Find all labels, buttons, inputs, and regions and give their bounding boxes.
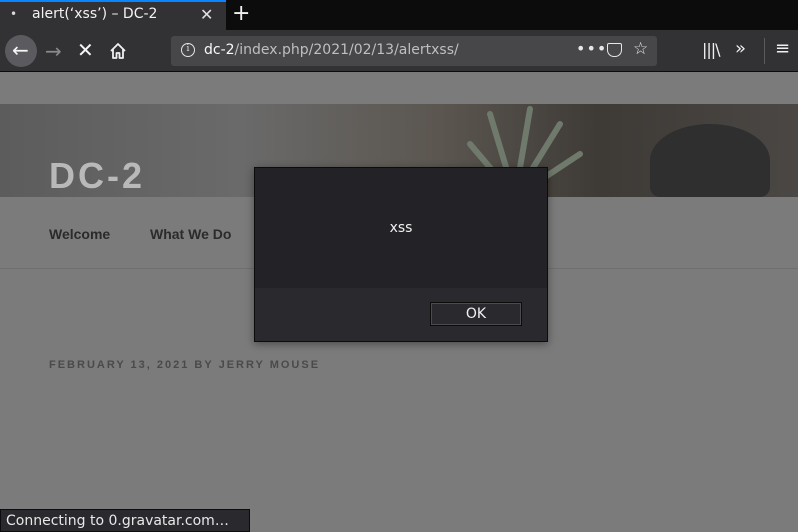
forward-button[interactable]: → — [45, 39, 62, 63]
tab-close-icon[interactable]: ✕ — [200, 5, 213, 24]
site-title[interactable]: DC-2 — [49, 155, 145, 197]
overflow-menu-icon[interactable]: » — [735, 38, 746, 59]
page-actions-icon[interactable]: ••• — [576, 39, 607, 58]
alert-dialog: xss OK — [254, 167, 548, 342]
post-meta: FEBRUARY 13, 2021 BY JERRY MOUSE — [49, 359, 321, 371]
tab-title: alert(‘xss’) – DC-2 — [32, 6, 158, 22]
tab-strip: • alert(‘xss’) – DC-2 ✕ + — [0, 0, 798, 30]
url-host: dc-2 — [204, 42, 235, 58]
status-bar: Connecting to 0.gravatar.com… — [0, 509, 250, 532]
bookmark-star-icon[interactable]: ☆ — [633, 39, 648, 59]
site-info-icon[interactable]: i — [181, 43, 195, 57]
pot-image — [650, 124, 770, 197]
alert-dialog-body: xss — [255, 168, 547, 288]
url-text[interactable]: dc-2/index.php/2021/02/13/alertxss/ — [204, 42, 459, 58]
home-icon[interactable] — [108, 41, 128, 61]
hamburger-menu-icon[interactable]: ≡ — [775, 38, 790, 59]
pocket-icon[interactable] — [607, 43, 622, 57]
new-tab-button[interactable]: + — [232, 1, 250, 27]
ok-button[interactable]: OK — [430, 302, 522, 326]
tab-active[interactable]: • alert(‘xss’) – DC-2 ✕ — [0, 0, 226, 30]
alert-message: xss — [389, 220, 413, 236]
loading-dot-icon: • — [10, 7, 18, 21]
back-arrow-icon[interactable]: ← — [12, 38, 29, 62]
menu-item-welcome[interactable]: Welcome — [49, 226, 110, 242]
menu-item-what-we-do[interactable]: What We Do — [150, 226, 231, 242]
url-bar[interactable]: i dc-2/index.php/2021/02/13/alertxss/ ••… — [171, 36, 657, 66]
stop-button[interactable]: ✕ — [77, 38, 94, 62]
url-path: /index.php/2021/02/13/alertxss/ — [234, 42, 459, 58]
library-icon[interactable]: |||\ — [702, 40, 721, 59]
toolbar-separator — [764, 38, 765, 64]
